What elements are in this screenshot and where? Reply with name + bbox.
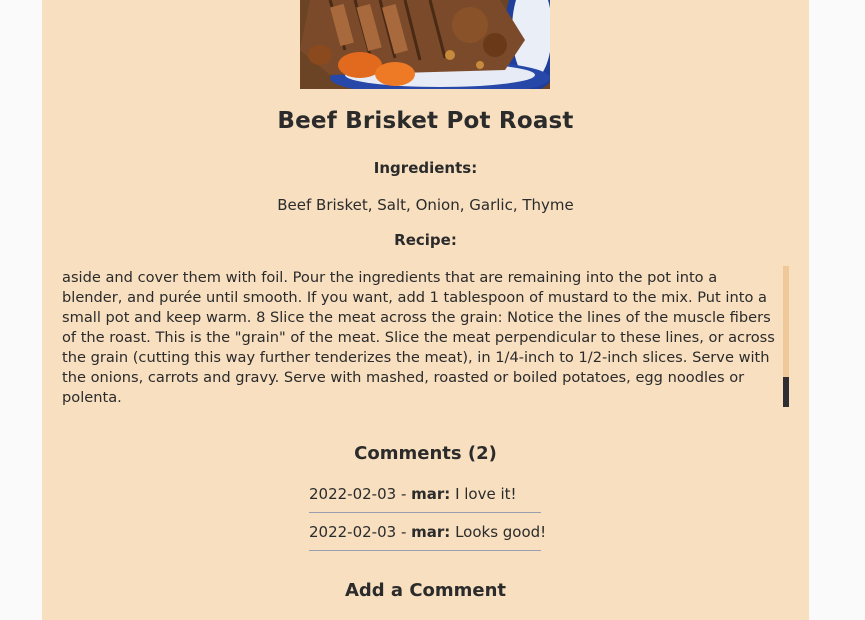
ingredients-list: Beef Brisket, Salt, Onion, Garlic, Thyme bbox=[277, 196, 574, 214]
comment-separator: - bbox=[396, 485, 412, 503]
recipe-photo bbox=[300, 0, 550, 89]
add-comment-title: Add a Comment bbox=[344, 580, 507, 601]
comment-text: I love it! bbox=[450, 485, 517, 503]
comment-text: Looks good! bbox=[450, 523, 547, 541]
comment-item: 2022-02-03 - mar: I love it! bbox=[309, 476, 541, 513]
recipe-heading: Recipe: bbox=[394, 231, 457, 249]
recipe-title: Beef Brisket Pot Roast bbox=[277, 108, 574, 134]
brisket-image bbox=[300, 0, 550, 89]
recipe-scrollbar[interactable] bbox=[783, 266, 789, 407]
recipe-text-area[interactable]: aside and cover them with foil. Pour the… bbox=[62, 266, 790, 409]
recipe-scrollbar-thumb[interactable] bbox=[783, 377, 789, 407]
comment-author: mar: bbox=[411, 523, 451, 541]
comment-author: mar: bbox=[411, 485, 451, 503]
comments-title: Comments (2) bbox=[354, 443, 497, 464]
recipe-card: Beef Brisket Pot Roast Ingredients: Beef… bbox=[42, 0, 809, 620]
ingredients-heading: Ingredients: bbox=[373, 159, 478, 177]
comment-item: 2022-02-03 - mar: Looks good! bbox=[309, 514, 546, 551]
comment-separator: - bbox=[396, 523, 412, 541]
comment-date: 2022-02-03 bbox=[309, 485, 397, 503]
comment-date: 2022-02-03 bbox=[309, 523, 397, 541]
recipe-instructions: aside and cover them with foil. Pour the… bbox=[62, 269, 775, 406]
